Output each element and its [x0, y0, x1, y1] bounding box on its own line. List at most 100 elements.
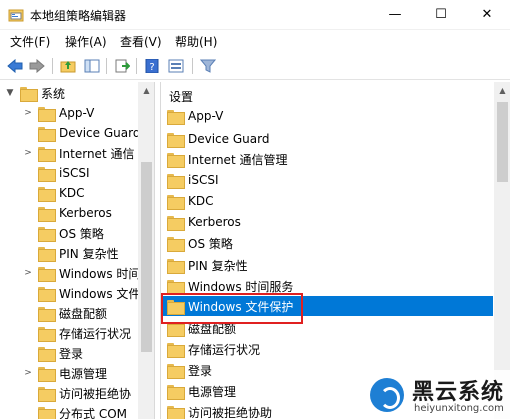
folder-icon [38, 186, 56, 202]
highlight-annotation-box [161, 293, 303, 324]
tree-item-label: Windows 时间 [59, 266, 141, 281]
tree-item[interactable]: 分布式 COM [22, 403, 154, 419]
list-scrollbar[interactable]: ▲ [494, 82, 510, 419]
tree-item-label: Windows 文件 [59, 286, 141, 301]
expand-arrow-icon[interactable]: > [22, 108, 34, 118]
up-folder-icon[interactable] [58, 56, 78, 76]
expand-arrow-icon[interactable]: > [22, 368, 34, 378]
tree-item-label: 磁盘配额 [59, 306, 108, 321]
menu-action[interactable]: 操作(A) [65, 33, 107, 50]
watermark: 黑云系统 heiyunxitong.com [360, 370, 510, 419]
list-item-label: 电源管理 [188, 384, 237, 399]
folder-icon [167, 279, 185, 295]
tree-item-label: Internet 通信 [59, 146, 135, 161]
help-icon[interactable]: ? [142, 56, 162, 76]
tree-item[interactable]: Kerberos [22, 203, 154, 223]
folder-icon [38, 326, 56, 342]
toolbar-separator [136, 58, 137, 74]
folder-icon [167, 152, 185, 168]
folder-icon [38, 286, 56, 302]
tree-item[interactable]: > Windows 时间 [22, 263, 154, 283]
list-item-label: 存储运行状况 [188, 342, 261, 357]
toolbar-separator [52, 58, 53, 74]
tree-item-label: 系统 [41, 86, 66, 101]
filter-icon[interactable] [198, 56, 218, 76]
scroll-thumb[interactable] [497, 102, 508, 182]
list-item[interactable]: Device Guard [163, 129, 493, 149]
tree-item[interactable]: 访问被拒绝协 [22, 383, 154, 403]
expand-arrow-icon[interactable]: > [22, 268, 34, 278]
tree-item-label: Kerberos [59, 206, 112, 220]
collapse-arrow-icon[interactable]: ▼ [4, 88, 16, 98]
tree-item[interactable]: Windows 文件 [22, 283, 154, 303]
folder-icon [167, 173, 185, 189]
list-item-label: 登录 [188, 363, 213, 378]
list-item[interactable]: OS 策略 [163, 233, 493, 253]
list-item[interactable]: PIN 复杂性 [163, 255, 493, 275]
tree-item[interactable]: 登录 [22, 343, 154, 363]
svg-text:?: ? [149, 62, 154, 73]
tree-item[interactable]: KDC [22, 183, 154, 203]
toolbar-separator [192, 58, 193, 74]
menu-help[interactable]: 帮助(H) [175, 33, 217, 50]
tree-item-label: 电源管理 [59, 366, 108, 381]
tree-item-label: PIN 复杂性 [59, 246, 119, 261]
tree-item-label: App-V [59, 106, 95, 120]
menu-file[interactable]: 文件(F) [10, 33, 50, 50]
tree-item-label: Device Guard [59, 126, 141, 140]
menu-view[interactable]: 查看(V) [120, 33, 162, 50]
watermark-url: heiyunxitong.com [414, 403, 504, 414]
properties-icon[interactable] [166, 56, 186, 76]
close-button[interactable]: ✕ [464, 0, 510, 30]
tree-item-label: 访问被拒绝协 [59, 386, 132, 401]
folder-icon [167, 363, 185, 379]
maximize-button[interactable]: ☐ [418, 0, 464, 30]
tree-item[interactable]: Device Guard [22, 123, 154, 143]
folder-icon [38, 146, 56, 162]
tree-item[interactable]: 磁盘配额 [22, 303, 154, 323]
show-hide-tree-icon[interactable] [82, 56, 102, 76]
folder-icon [167, 132, 185, 148]
folder-icon [167, 109, 185, 125]
folder-icon [38, 206, 56, 222]
tree-item[interactable]: > Internet 通信 [22, 143, 154, 163]
tree-item[interactable]: OS 策略 [22, 223, 154, 243]
folder-icon [167, 215, 185, 231]
list-item[interactable]: 存储运行状况 [163, 339, 493, 359]
list-item-label: PIN 复杂性 [188, 258, 248, 273]
list-item[interactable]: App-V [163, 106, 493, 126]
tree-scrollbar[interactable]: ▲ [138, 82, 154, 419]
tree-item[interactable]: > App-V [22, 103, 154, 123]
tree-item-label: OS 策略 [59, 226, 104, 241]
toolbar-separator [106, 58, 107, 74]
folder-icon [38, 406, 56, 419]
tree-item-label: iSCSI [59, 166, 90, 180]
back-arrow-icon[interactable] [5, 56, 25, 76]
scroll-thumb[interactable] [141, 162, 152, 352]
title-bar: 本地组策略编辑器 — ☐ ✕ [0, 0, 510, 30]
tree-item[interactable]: iSCSI [22, 163, 154, 183]
tree-item[interactable]: PIN 复杂性 [22, 243, 154, 263]
expand-arrow-icon[interactable]: > [22, 148, 34, 158]
minimize-button[interactable]: — [372, 0, 418, 30]
export-list-icon[interactable] [112, 56, 132, 76]
tree-item[interactable]: > 电源管理 [22, 363, 154, 383]
folder-icon [167, 405, 185, 419]
scroll-up-arrow-icon[interactable]: ▲ [494, 82, 510, 99]
list-header: 设置 [169, 90, 194, 104]
folder-icon [38, 266, 56, 282]
list-item-label: Device Guard [188, 132, 270, 146]
tree-item-system[interactable]: ▼ 系统 [4, 83, 154, 103]
folder-icon [38, 386, 56, 402]
folder-icon [167, 194, 185, 210]
tree-item[interactable]: 存储运行状况 [22, 323, 154, 343]
list-item[interactable]: Kerberos [163, 212, 493, 232]
folder-icon [38, 226, 56, 242]
list-item[interactable]: KDC [163, 191, 493, 211]
list-item[interactable]: Internet 通信管理 [163, 149, 493, 169]
list-item-label: App-V [188, 109, 224, 123]
scroll-up-arrow-icon[interactable]: ▲ [138, 82, 154, 99]
forward-arrow-icon[interactable] [27, 56, 47, 76]
list-item-label: Internet 通信管理 [188, 152, 288, 167]
list-item[interactable]: iSCSI [163, 170, 493, 190]
